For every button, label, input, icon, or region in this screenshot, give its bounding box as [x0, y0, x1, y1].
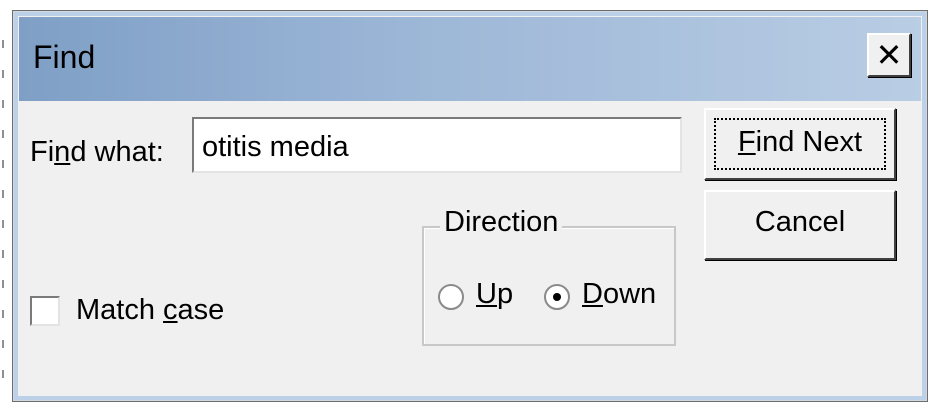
radio-up-label[interactable]: Up	[476, 278, 513, 311]
focus-ring	[714, 118, 886, 170]
close-icon: ✕	[875, 36, 903, 74]
find-what-input[interactable]: otitis media	[192, 117, 682, 173]
title-bar[interactable]: Find ✕	[19, 17, 921, 101]
background-text-fragment	[2, 340, 10, 348]
radio-up[interactable]	[438, 284, 464, 310]
screen: Find ✕ Find what: otitis media Find Next…	[0, 0, 928, 408]
dialog-title: Find	[33, 39, 96, 75]
radio-down[interactable]	[544, 284, 570, 310]
background-text-fragment	[2, 370, 10, 378]
background-text-fragment	[2, 280, 10, 288]
background-text-fragment	[2, 100, 10, 108]
cancel-button[interactable]: Cancel	[704, 190, 896, 260]
background-text-fragment	[2, 190, 10, 198]
match-case-label[interactable]: Match case	[76, 294, 224, 327]
background-text-fragment	[2, 130, 10, 138]
radio-selected-dot	[553, 293, 561, 301]
background-text-fragment	[2, 220, 10, 228]
close-button[interactable]: ✕	[867, 33, 911, 77]
find-next-button[interactable]: Find Next	[704, 108, 896, 180]
background-text-fragment	[2, 310, 10, 318]
background-text-fragment	[2, 40, 10, 48]
find-what-label: Find what:	[30, 136, 164, 168]
background-text-fragment	[2, 250, 10, 258]
direction-legend: Direction	[440, 206, 563, 239]
direction-group: Direction Up Down	[422, 206, 676, 346]
background-text-fragment	[2, 160, 10, 168]
match-case-checkbox[interactable]	[30, 296, 60, 326]
background-text-fragment	[2, 70, 10, 78]
radio-down-label[interactable]: Down	[582, 278, 656, 311]
